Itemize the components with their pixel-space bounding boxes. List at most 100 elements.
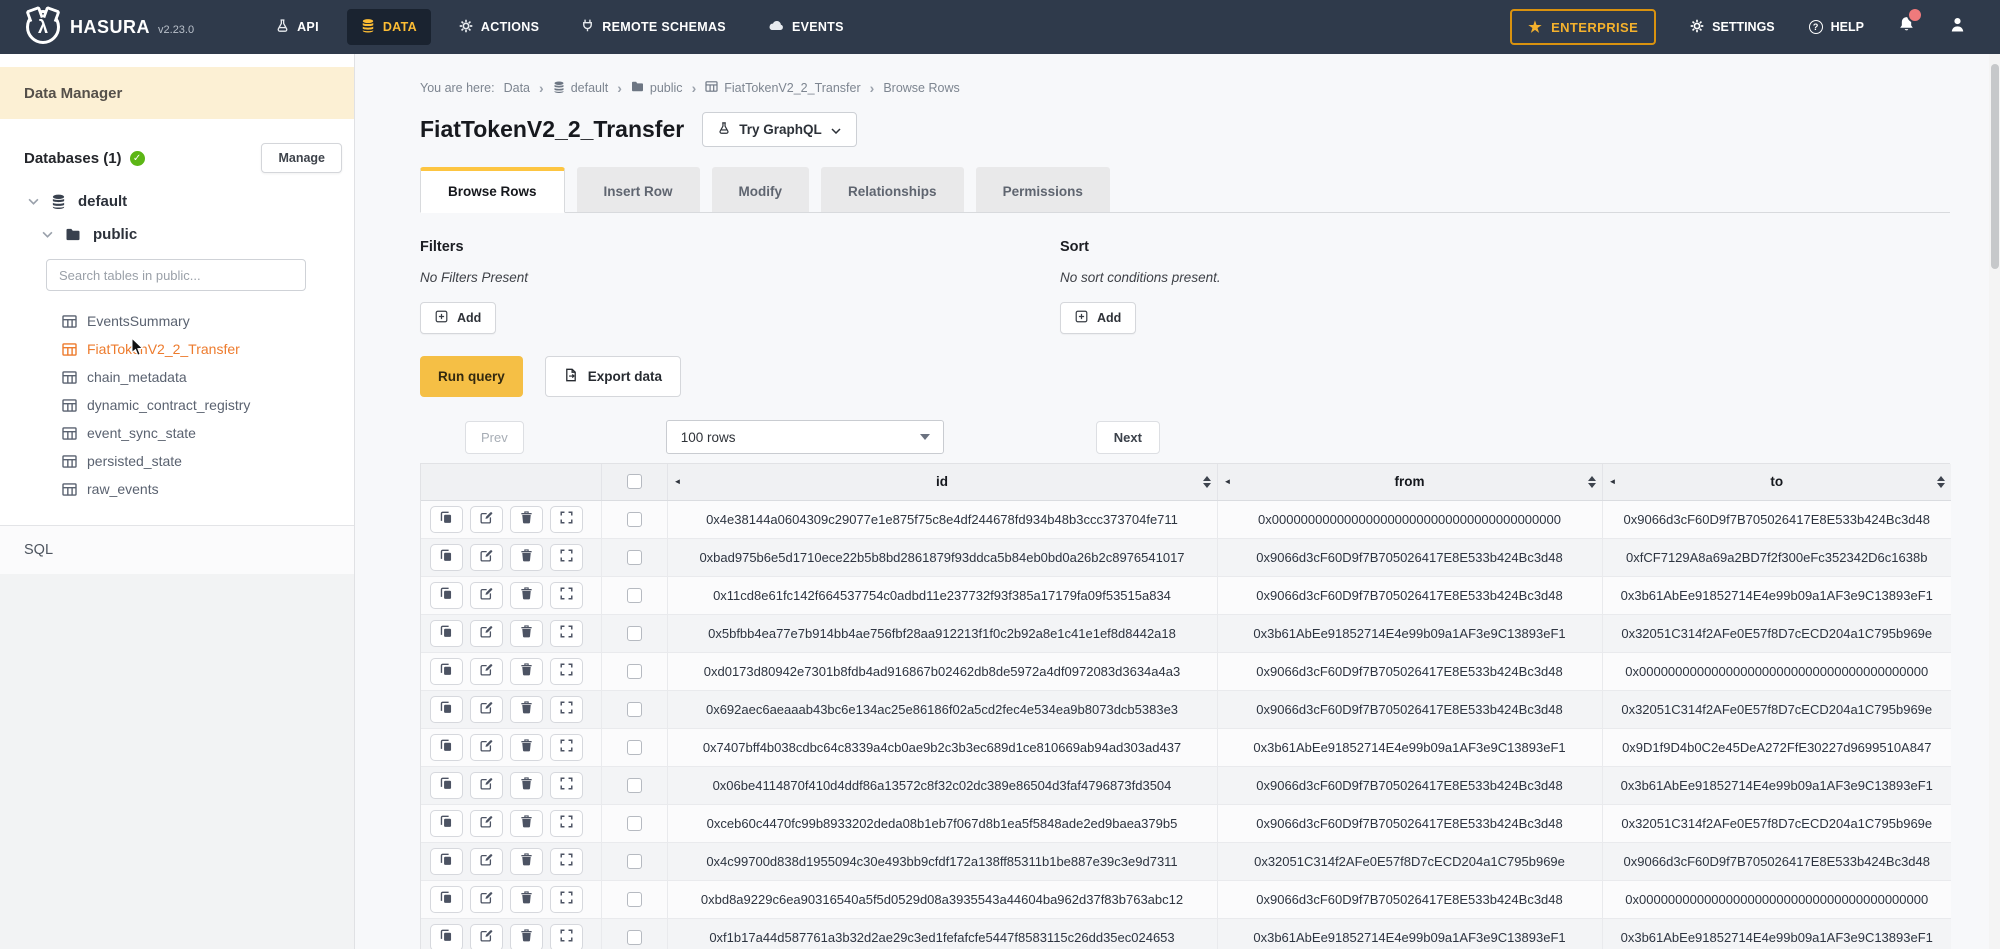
manage-button[interactable]: Manage [261,143,342,173]
row-expand-button[interactable] [550,886,583,913]
notifications-button[interactable] [1898,16,1915,38]
tree-item-default-db[interactable]: default [28,193,354,210]
help-button[interactable]: HELP [1809,20,1864,34]
row-edit-button[interactable] [470,658,503,685]
collapse-column-icon[interactable] [1224,478,1232,486]
select-all-checkbox[interactable] [627,474,642,489]
row-copy-button[interactable] [430,544,463,571]
prev-page-button[interactable]: Prev [465,421,524,454]
breadcrumb-item-browse-rows[interactable]: Browse Rows [883,81,959,95]
row-checkbox[interactable] [627,550,642,565]
run-query-button[interactable]: Run query [420,356,523,397]
sidebar-table-item[interactable]: persisted_state [0,447,354,475]
row-copy-button[interactable] [430,506,463,533]
row-checkbox[interactable] [627,930,642,945]
sidebar-item-sql[interactable]: SQL [0,526,354,574]
row-edit-button[interactable] [470,544,503,571]
row-expand-button[interactable] [550,810,583,837]
nav-item-events[interactable]: EVENTS [754,11,858,43]
sort-icon[interactable] [1937,476,1945,488]
nav-item-api[interactable]: API [262,9,333,45]
row-checkbox[interactable] [627,854,642,869]
settings-button[interactable]: SETTINGS [1690,19,1775,36]
row-expand-button[interactable] [550,924,583,949]
row-delete-button[interactable] [510,544,543,571]
row-edit-button[interactable] [470,924,503,949]
row-delete-button[interactable] [510,924,543,949]
sidebar-table-item[interactable]: chain_metadata [0,363,354,391]
row-checkbox[interactable] [627,626,642,641]
row-expand-button[interactable] [550,620,583,647]
row-copy-button[interactable] [430,734,463,761]
row-expand-button[interactable] [550,544,583,571]
next-page-button[interactable]: Next [1096,421,1160,454]
row-checkbox[interactable] [627,892,642,907]
add-sort-button[interactable]: Add [1060,302,1136,334]
rows-per-page-select[interactable]: 100 rows [666,420,944,454]
breadcrumb-item-table[interactable]: FiatTokenV2_2_Transfer [705,81,860,95]
row-copy-button[interactable] [430,696,463,723]
row-expand-button[interactable] [550,734,583,761]
try-graphql-button[interactable]: Try GraphQL [702,112,857,147]
sidebar-table-item[interactable]: FiatTokenV2_2_Transfer [0,335,354,363]
user-menu-button[interactable] [1949,16,1966,38]
row-expand-button[interactable] [550,506,583,533]
row-checkbox[interactable] [627,702,642,717]
row-expand-button[interactable] [550,696,583,723]
row-checkbox[interactable] [627,778,642,793]
row-expand-button[interactable] [550,582,583,609]
tree-item-public-schema[interactable]: public [42,226,354,243]
row-delete-button[interactable] [510,582,543,609]
search-tables-input[interactable] [46,259,306,291]
row-expand-button[interactable] [550,658,583,685]
row-copy-button[interactable] [430,772,463,799]
row-delete-button[interactable] [510,734,543,761]
sidebar-table-item[interactable]: EventsSummary [0,307,354,335]
collapse-column-icon[interactable] [674,478,682,486]
breadcrumb-item-default[interactable]: default [553,81,609,96]
row-delete-button[interactable] [510,810,543,837]
tab-permissions[interactable]: Permissions [976,167,1110,212]
row-expand-button[interactable] [550,848,583,875]
row-edit-button[interactable] [470,734,503,761]
row-checkbox[interactable] [627,740,642,755]
row-expand-button[interactable] [550,772,583,799]
row-copy-button[interactable] [430,848,463,875]
row-copy-button[interactable] [430,924,463,949]
tab-modify[interactable]: Modify [712,167,810,212]
row-copy-button[interactable] [430,620,463,647]
sort-icon[interactable] [1588,476,1596,488]
tab-insert-row[interactable]: Insert Row [577,167,700,212]
row-edit-button[interactable] [470,848,503,875]
scrollbar-thumb[interactable] [1991,64,1999,269]
row-delete-button[interactable] [510,506,543,533]
nav-item-remote-schemas[interactable]: REMOTE SCHEMAS [567,9,740,45]
nav-item-actions[interactable]: ACTIONS [445,10,553,45]
row-checkbox[interactable] [627,588,642,603]
tab-browse-rows[interactable]: Browse Rows [420,167,565,213]
row-edit-button[interactable] [470,886,503,913]
breadcrumb-item-public[interactable]: public [631,81,683,95]
breadcrumb-item-data[interactable]: Data [504,81,530,95]
row-copy-button[interactable] [430,810,463,837]
sidebar-table-item[interactable]: event_sync_state [0,419,354,447]
row-checkbox[interactable] [627,816,642,831]
row-delete-button[interactable] [510,772,543,799]
row-edit-button[interactable] [470,772,503,799]
row-copy-button[interactable] [430,658,463,685]
add-filter-button[interactable]: Add [420,302,496,334]
row-edit-button[interactable] [470,696,503,723]
row-delete-button[interactable] [510,886,543,913]
row-copy-button[interactable] [430,582,463,609]
nav-item-data[interactable]: DATA [347,9,431,45]
row-copy-button[interactable] [430,886,463,913]
collapse-column-icon[interactable] [1609,478,1617,486]
tab-relationships[interactable]: Relationships [821,167,964,212]
row-checkbox[interactable] [627,512,642,527]
row-edit-button[interactable] [470,620,503,647]
row-delete-button[interactable] [510,696,543,723]
row-edit-button[interactable] [470,582,503,609]
row-delete-button[interactable] [510,658,543,685]
row-delete-button[interactable] [510,848,543,875]
row-delete-button[interactable] [510,620,543,647]
